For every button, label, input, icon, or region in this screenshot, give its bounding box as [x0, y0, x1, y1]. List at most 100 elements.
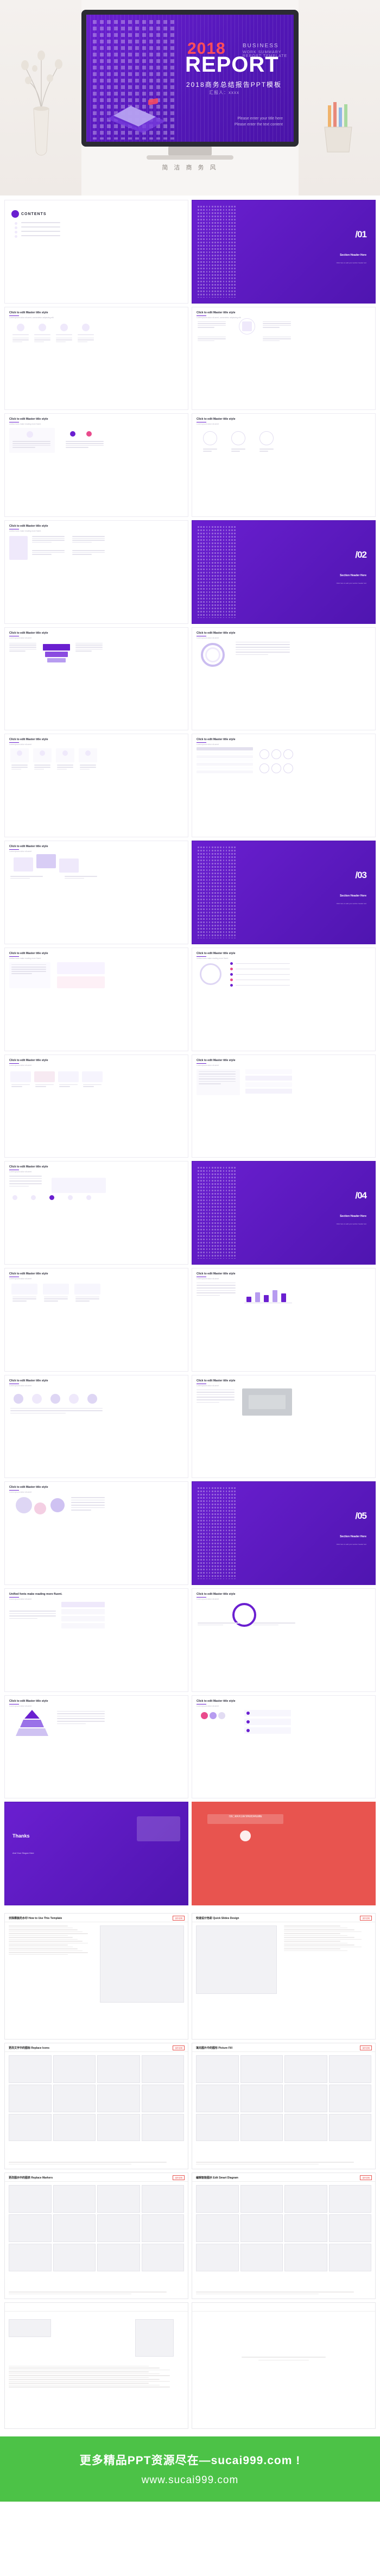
title-rule	[197, 742, 206, 743]
slide-thumbnail-s17[interactable]: Click to edit Master title style Lorem i…	[4, 1054, 188, 1158]
section-label: Section Header Here	[340, 574, 366, 578]
section-label: Section Header Here	[340, 254, 366, 257]
shape-ring	[205, 647, 220, 662]
title-rule	[9, 849, 19, 850]
doc-thumb-cell	[141, 2185, 184, 2213]
instruction-page-h8[interactable]	[192, 2302, 376, 2429]
doc-header-bar	[192, 2303, 375, 2312]
shape-block	[273, 1290, 277, 1302]
slide-thumbnail-s04[interactable]: Click to edit Master title style Lorem i…	[192, 306, 376, 411]
doc-thumb-cell	[97, 2084, 140, 2112]
hero-title: REPORT	[185, 53, 279, 77]
slide-thumbnail-s19[interactable]: Click to edit Master title style Lorem i…	[4, 1161, 188, 1265]
slide-title: Click to edit Master title style	[197, 951, 236, 955]
slide-thumbnail-s30[interactable]: Click to edit Master title style Lorem i…	[192, 1695, 376, 1799]
instruction-page-h6[interactable]: 编辑智能图示 Edit Smart Diagram 操作说明	[192, 2173, 376, 2300]
slide-thumbnail-s15[interactable]: Click to edit Master title style Unified…	[4, 947, 188, 1051]
hero-brand: 简 洁 商 务 风	[162, 165, 218, 171]
hero-note-line2: Please enter the text content	[234, 123, 283, 127]
slide-thumbnail-s10[interactable]: Click to edit Master title style Lorem i…	[192, 627, 376, 731]
slide-thumbnail-s25[interactable]: Click to edit Master title style Lorem i…	[4, 1481, 188, 1585]
instruction-page-h4[interactable]: 填充图片中的图形 Picture Fill 操作说明	[192, 2043, 376, 2170]
slide-thumbnail-s18[interactable]: Click to edit Master title style Lorem i…	[192, 1054, 376, 1158]
section-number: /03	[355, 869, 367, 880]
slide-title: Click to edit Master title style	[197, 1379, 236, 1382]
slide-thumbnail-s09[interactable]: Click to edit Master title style Lorem i…	[4, 627, 188, 731]
doc-thumb-cell	[53, 2113, 96, 2142]
slide-title: Click to edit Master title style	[9, 525, 48, 528]
doc-thumb-cell	[196, 2214, 239, 2242]
shape-circle	[39, 323, 46, 331]
doc-thumb-cell	[53, 2055, 96, 2083]
shape-block	[34, 1071, 55, 1082]
title-rule	[197, 956, 206, 957]
doc-body	[9, 2315, 184, 2425]
slide-thumbnail-sec-04[interactable]: /04 Section Header Here Click here to ad…	[192, 1161, 376, 1265]
shape-ring	[259, 749, 269, 760]
slide-thumbnail-s11[interactable]: Click to edit Master title style Lorem i…	[4, 734, 188, 838]
slide-thumbnail-s21[interactable]: Click to edit Master title style Lorem i…	[4, 1267, 188, 1372]
doc-thumb-cell	[53, 2214, 96, 2242]
shape-ring	[283, 763, 293, 774]
slide-thumbnail-s16[interactable]: Click to edit Master title style Unified…	[192, 947, 376, 1051]
slide-thumbnail-s24[interactable]: Click to edit Master title style Lorem i…	[192, 1374, 376, 1479]
slide-subtitle: Lorem ipsum dolor sit amet	[197, 743, 219, 746]
slide-thumbnail-s23[interactable]: Click to edit Master title style Lorem i…	[4, 1374, 188, 1479]
code-bars-decoration	[198, 847, 236, 938]
slide-thumbnail-qr[interactable]: 扫描二维码关注我们获取更多精品模板	[192, 1802, 376, 1905]
instruction-page-h3[interactable]: 更改文字中的图标 Replace Icons 操作说明	[4, 2043, 188, 2170]
slide-title: Click to edit Master title style	[9, 1165, 48, 1169]
section-sub: Click here to add your section header te…	[336, 1223, 366, 1226]
slide-thumbnail-s12[interactable]: Click to edit Master title style Lorem i…	[192, 734, 376, 838]
slide-thumbnail-sec-05[interactable]: /05 Section Header Here Click here to ad…	[192, 1481, 376, 1585]
shape-block	[45, 651, 68, 657]
slide-thumbnail-s28[interactable]: Click to edit Master title style Lorem i…	[192, 1588, 376, 1692]
doc-body	[9, 2055, 184, 2165]
doc-thumb-cell	[141, 2214, 184, 2242]
slide-thumbnail-sec-03[interactable]: /03 Section Header Here Click here to ad…	[192, 841, 376, 944]
instruction-page-h5[interactable]: 更改图示中的图表 Replace Markers 操作说明	[4, 2173, 188, 2300]
slide-thumbnail-s29[interactable]: Click to edit Master title style Lorem i…	[4, 1695, 188, 1799]
instruction-page-h1[interactable]: 去除模板的水印 How to Use This Template 操作说明	[4, 1913, 188, 2040]
slide-thumbnail-sec-02[interactable]: /02 Section Header Here Click here to ad…	[192, 520, 376, 624]
slide-title: Click to edit Master title style	[9, 1272, 48, 1276]
shape-block	[78, 334, 94, 336]
monitor-screen: 2018 BUSINESS WORK SUMMARY REPORT TEMPLA…	[86, 15, 294, 142]
slide-subtitle: Lorem ipsum dolor sit amet	[9, 1704, 31, 1707]
instruction-page-h2[interactable]: 快速设计色彩 Quick Slides Design 操作说明	[192, 1913, 376, 2040]
hero-note: Please enter your title here Please ente…	[235, 116, 283, 128]
section-label: Section Header Here	[340, 1535, 366, 1539]
slide-subtitle: Lorem ipsum dolor sit amet	[9, 850, 31, 853]
slide-thumbnail-sec-01[interactable]: /01 Section Header Here Click here to ad…	[192, 200, 376, 304]
section-number: /04	[355, 1190, 367, 1201]
slide-title: Click to edit Master title style	[9, 418, 48, 421]
thanks-title: Thanks	[12, 1833, 30, 1839]
slide-thumbnail-s13[interactable]: Click to edit Master title style Lorem i…	[4, 841, 188, 944]
cover-hero: 2018 BUSINESS WORK SUMMARY REPORT TEMPLA…	[0, 0, 380, 195]
slide-subtitle: Lorem ipsum dolor sit amet	[9, 1064, 31, 1066]
slide-thumbnail-thanks[interactable]: Thanks And Your Slogan Here	[4, 1802, 188, 1905]
slide-subtitle: Lorem ipsum dolor sit amet	[197, 1277, 219, 1280]
slide-thumbnail-s22[interactable]: Click to edit Master title style Lorem i…	[192, 1267, 376, 1372]
doc-body	[196, 2315, 371, 2425]
doc-thumb-cell	[53, 2084, 96, 2112]
slide-thumbnail-s27[interactable]: Unified fonts make reading more fluent. …	[4, 1588, 188, 1692]
slide-thumbnail-s03[interactable]: Click to edit Master title style Lorem i…	[4, 306, 188, 411]
monitor-frame: 2018 BUSINESS WORK SUMMARY REPORT TEMPLA…	[81, 10, 299, 147]
shape-block	[43, 643, 70, 651]
shape-circle	[230, 973, 233, 976]
doc-thumb-cell	[284, 2214, 327, 2242]
instruction-page-h7[interactable]	[4, 2302, 188, 2429]
slide-thumbnail-contents[interactable]: CONTENTS	[4, 200, 188, 304]
shape-block	[255, 1292, 260, 1302]
shape-circle	[87, 1393, 97, 1404]
contents-title: CONTENTS	[21, 212, 47, 216]
slide-title: Click to edit Master title style	[197, 1592, 236, 1596]
slide-thumbnail-s05[interactable]: Click to edit Master title style Unified…	[4, 413, 188, 517]
slide-thumbnail-s07[interactable]: Click to edit Master title style Unified…	[4, 520, 188, 624]
slide-subtitle: Lorem ipsum dolor sit amet, consectetur …	[9, 316, 54, 319]
section-sub: Click here to add your section header te…	[336, 1543, 366, 1546]
shape-block	[34, 334, 50, 336]
section-label: Section Header Here	[340, 1215, 366, 1218]
slide-thumbnail-s06[interactable]: Click to edit Master title style Lorem i…	[192, 413, 376, 517]
